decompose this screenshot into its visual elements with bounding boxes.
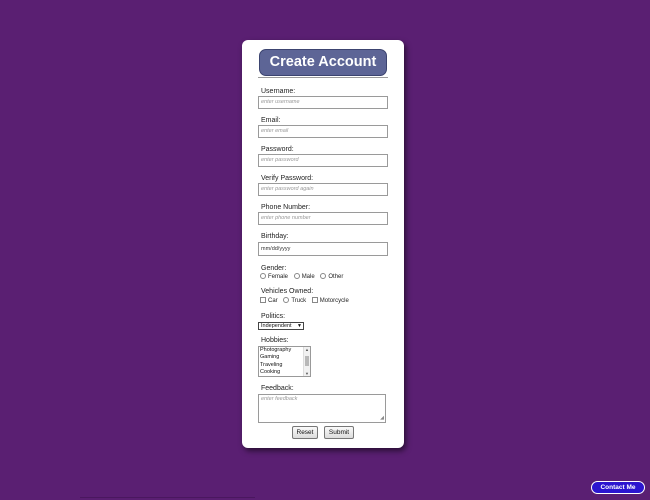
feedback-placeholder: enter feedback bbox=[261, 396, 298, 402]
submit-button[interactable]: Submit bbox=[324, 426, 354, 439]
politics-select[interactable]: Independent ▼ bbox=[258, 322, 304, 330]
feedback-label: Feedback: bbox=[261, 385, 294, 392]
title-divider bbox=[258, 77, 388, 78]
signup-card: Create Account Username: enter username … bbox=[242, 40, 404, 448]
page-bottom-line bbox=[80, 497, 255, 498]
hobbies-listbox[interactable]: Photography Gaming Traveling Cooking ▲ ▼ bbox=[258, 346, 311, 377]
radio-icon bbox=[260, 273, 266, 280]
politics-label: Politics: bbox=[261, 313, 286, 320]
username-label: Username: bbox=[261, 88, 296, 95]
birthday-input[interactable]: mm/dd/yyyy bbox=[258, 242, 388, 256]
gender-label: Gender: bbox=[261, 265, 287, 272]
listbox-scrollbar[interactable]: ▲ ▼ bbox=[303, 347, 310, 376]
contact-me-button[interactable]: Contact Me bbox=[591, 481, 645, 494]
gender-option-other[interactable]: Other bbox=[320, 273, 343, 281]
vehicle-options: Car Truck Motorcycle bbox=[260, 297, 353, 305]
verify-password-label: Verify Password: bbox=[261, 175, 314, 182]
chevron-down-icon: ▼ bbox=[297, 323, 302, 329]
gender-option-female[interactable]: Female bbox=[260, 273, 288, 281]
gender-options: Female Male Other bbox=[260, 273, 347, 281]
email-input[interactable]: enter email bbox=[258, 125, 388, 138]
feedback-textarea[interactable]: enter feedback ◢ bbox=[258, 394, 386, 423]
vehicle-option-car[interactable]: Car bbox=[260, 297, 278, 305]
vehicle-option-motorcycle[interactable]: Motorcycle bbox=[311, 297, 349, 305]
verify-password-input[interactable]: enter password again bbox=[258, 183, 388, 196]
email-label: Email: bbox=[261, 117, 281, 124]
birthday-label: Birthday: bbox=[261, 233, 289, 240]
gender-option-male[interactable]: Male bbox=[293, 273, 315, 281]
vehicles-label: Vehicles Owned: bbox=[261, 288, 314, 295]
username-input[interactable]: enter username bbox=[258, 96, 388, 109]
scroll-thumb[interactable] bbox=[305, 356, 309, 366]
password-label: Password: bbox=[261, 146, 294, 153]
scroll-up-icon[interactable]: ▲ bbox=[305, 347, 309, 352]
phone-input[interactable]: enter phone number bbox=[258, 212, 388, 225]
resize-grip-icon[interactable]: ◢ bbox=[380, 415, 384, 421]
radio-icon bbox=[293, 273, 300, 280]
vehicle-option-truck[interactable]: Truck bbox=[283, 297, 306, 305]
radio-icon bbox=[320, 273, 327, 280]
password-input[interactable]: enter password bbox=[258, 154, 388, 167]
scroll-down-icon[interactable]: ▼ bbox=[305, 371, 309, 376]
phone-label: Phone Number: bbox=[261, 204, 311, 211]
form-title: Create Account bbox=[259, 49, 387, 76]
checkbox-icon bbox=[311, 297, 318, 304]
hobbies-label: Hobbies: bbox=[261, 337, 289, 344]
reset-button[interactable]: Reset bbox=[292, 426, 318, 439]
politics-selected-value: Independent bbox=[261, 323, 292, 329]
checkbox-icon bbox=[260, 297, 266, 304]
checkbox-icon bbox=[283, 297, 290, 304]
